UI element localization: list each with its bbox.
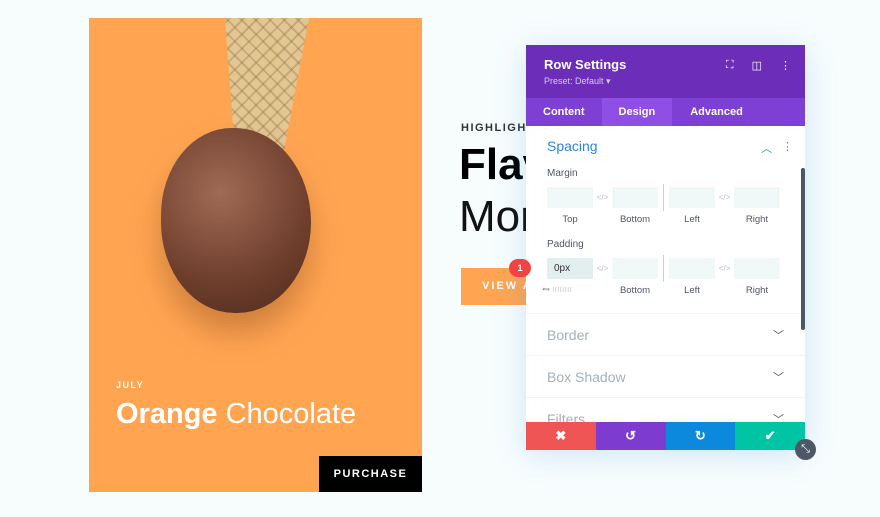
- more-options-icon[interactable]: ⋮: [780, 59, 791, 72]
- resize-handle-icon[interactable]: ⤡: [795, 439, 816, 460]
- chevron-down-icon: ﹀: [773, 372, 784, 384]
- margin-right-input[interactable]: [734, 187, 780, 208]
- annotation-badge: 1: [509, 259, 531, 277]
- section-title: Border: [547, 327, 590, 343]
- tab-bar: Content Design Advanced: [526, 98, 805, 126]
- margin-top-input[interactable]: [547, 187, 593, 208]
- link-icon[interactable]: </>: [715, 193, 734, 202]
- padding-label: Padding: [547, 239, 584, 250]
- divider: [663, 184, 664, 211]
- cancel-button[interactable]: ✖: [526, 422, 596, 450]
- close-icon: ✖: [555, 428, 567, 443]
- check-icon: ✔: [764, 428, 776, 443]
- row-settings-panel: Row Settings Preset: Default ▾ ⛶ ◫ ⋮ Conte…: [526, 45, 805, 450]
- label-left: Left: [684, 214, 700, 225]
- redo-icon: ↻: [694, 428, 706, 443]
- link-icon[interactable]: </>: [593, 264, 612, 273]
- chevron-up-icon[interactable]: ︿: [761, 140, 772, 156]
- card-month: JULY: [116, 380, 145, 390]
- tab-content[interactable]: Content: [526, 98, 602, 126]
- margin-left-input[interactable]: [669, 187, 715, 208]
- tab-advanced[interactable]: Advanced: [672, 98, 760, 126]
- link-icon[interactable]: </>: [715, 264, 734, 273]
- scrollbar[interactable]: [801, 168, 805, 330]
- panel-header: Row Settings Preset: Default ▾ ⛶ ◫ ⋮: [526, 45, 805, 98]
- redo-button[interactable]: ↻: [665, 422, 736, 450]
- label-bottom: Bottom: [619, 214, 651, 225]
- hero-eyebrow: HIGHLIGHT: [461, 122, 535, 134]
- sidebar-layout-icon[interactable]: ◫: [752, 59, 762, 72]
- preset-dropdown[interactable]: Preset: Default ▾: [544, 76, 787, 87]
- border-section[interactable]: Border ﹀: [526, 313, 805, 355]
- spacing-title[interactable]: Spacing: [547, 138, 784, 154]
- padding-bottom-input[interactable]: [612, 258, 658, 279]
- product-card: JULY Orange Chocolate PURCHASE: [89, 18, 422, 492]
- card-title: Orange Chocolate: [116, 398, 356, 431]
- divider: [663, 255, 664, 282]
- box-shadow-section[interactable]: Box Shadow ﹀: [526, 355, 805, 397]
- margin-label: Margin: [547, 168, 578, 179]
- title-light: Chocolate: [225, 398, 357, 430]
- section-title: Box Shadow: [547, 369, 626, 385]
- section-menu-icon[interactable]: ⋮: [782, 140, 793, 156]
- chevron-down-icon: ﹀: [773, 330, 784, 342]
- label-left: Left: [684, 285, 700, 296]
- padding-left-input[interactable]: [669, 258, 715, 279]
- purchase-button[interactable]: PURCHASE: [319, 456, 422, 492]
- drag-cursor-icon: ⇔ıııııııı: [540, 281, 573, 295]
- undo-button[interactable]: ↺: [595, 422, 666, 450]
- link-icon[interactable]: </>: [593, 193, 612, 202]
- ice-cream-scoop-image: [161, 128, 311, 313]
- spacing-section: Spacing ︿ ⋮ Margin </> </> Top Bottom Left R…: [526, 126, 805, 296]
- label-right: Right: [745, 285, 769, 296]
- padding-right-input[interactable]: [734, 258, 780, 279]
- padding-top-input[interactable]: 0px: [547, 258, 593, 279]
- panel-footer: ✖ ↺ ↻ ✔: [526, 422, 805, 450]
- tab-design[interactable]: Design: [601, 98, 673, 126]
- fullscreen-icon[interactable]: ⛶: [726, 59, 734, 72]
- label-top: Top: [562, 214, 578, 225]
- title-bold: Orange: [116, 398, 218, 430]
- undo-icon: ↺: [625, 428, 637, 443]
- label-right: Right: [745, 214, 769, 225]
- margin-bottom-input[interactable]: [612, 187, 658, 208]
- label-bottom: Bottom: [619, 285, 651, 296]
